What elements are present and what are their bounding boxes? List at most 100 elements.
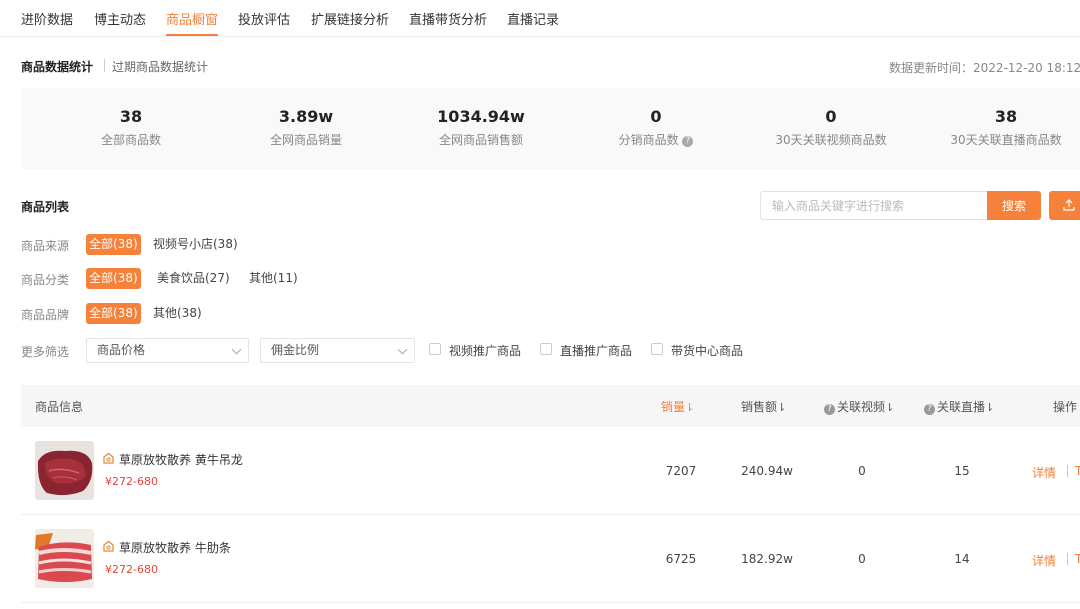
stat-label: 全部商品数 xyxy=(100,133,161,147)
top-tab-bar: 进阶数据 博主动态 商品橱窗 投放评估 扩展链接分析 直播带货分析 直播记录 xyxy=(0,0,1080,37)
stat-value: 3.89w xyxy=(278,107,334,126)
tab-blogger-activity[interactable]: 博主动态 xyxy=(94,9,146,28)
active-tab-indicator xyxy=(166,34,218,36)
detail-link[interactable]: 详情 xyxy=(1032,464,1056,481)
upload-icon xyxy=(1063,199,1075,211)
more-op-link[interactable]: T xyxy=(1075,552,1080,566)
commission-select[interactable]: 佣金比例 xyxy=(260,338,415,363)
stat-label: 全网商品销量 xyxy=(269,133,342,147)
stat-label: 30天关联直播商品数 xyxy=(950,133,1062,147)
sort-arrow-icon: ⇂ xyxy=(885,401,895,414)
header-revenue[interactable]: 销售额⇂ xyxy=(741,398,786,415)
tab-placement-evaluation[interactable]: 投放评估 xyxy=(238,9,290,28)
cell-revenue: 182.92w xyxy=(741,552,793,566)
op-divider xyxy=(1067,553,1068,565)
stat-label: 30天关联视频商品数 xyxy=(775,133,887,147)
stat-value: 0 xyxy=(825,107,837,126)
stat-label: 分销商品数 xyxy=(618,133,679,147)
stat-value: 0 xyxy=(650,107,662,126)
tab-live-sales-analysis[interactable]: 直播带货分析 xyxy=(409,9,487,28)
filter-source-all[interactable]: 全部(38) xyxy=(86,234,141,255)
filter-brand-all[interactable]: 全部(38) xyxy=(86,303,141,324)
cell-related-videos: 0 xyxy=(858,464,866,478)
expired-product-stats-link[interactable]: 过期商品数据统计 xyxy=(112,58,208,75)
product-thumbnail[interactable] xyxy=(35,529,94,588)
filter-category-food[interactable]: 美食饮品(27) xyxy=(157,268,230,289)
price-select-label: 商品价格 xyxy=(97,343,146,357)
filter-label-source: 商品来源 xyxy=(21,239,70,253)
commission-select-label: 佣金比例 xyxy=(271,343,320,357)
stat-value: 38 xyxy=(994,107,1018,126)
stat-label: 全网商品销售额 xyxy=(438,133,523,147)
stat-value: 1034.94w xyxy=(437,107,525,126)
stat-network-revenue: 1034.94w 全网商品销售额 xyxy=(396,106,566,148)
product-list-title: 商品列表 xyxy=(21,200,70,214)
stat-30d-video-products: 0 30天关联视频商品数 xyxy=(746,106,916,148)
live-promo-checkbox[interactable] xyxy=(540,343,552,355)
filter-label-brand: 商品品牌 xyxy=(21,308,70,322)
header-related-videos[interactable]: ? 关联视频⇂ xyxy=(824,398,894,415)
product-price: ¥272-680 xyxy=(105,563,158,576)
data-update-time: 数据更新时间：2022-12-20 18:12:4 xyxy=(889,61,1080,75)
cell-related-lives: 14 xyxy=(954,552,970,566)
filter-label-more: 更多筛选 xyxy=(21,345,70,359)
header-related-lives[interactable]: ? 关联直播⇂ xyxy=(924,398,994,415)
help-icon[interactable]: ? xyxy=(824,404,835,415)
sort-arrow-icon: ⇂ xyxy=(777,401,787,414)
stat-network-sales: 3.89w 全网商品销量 xyxy=(221,106,391,148)
filter-source-channel-shop[interactable]: 视频号小店(38) xyxy=(153,234,238,255)
tab-live-records[interactable]: 直播记录 xyxy=(507,9,559,28)
tab-advanced-data[interactable]: 进阶数据 xyxy=(21,9,73,28)
beef-image xyxy=(35,441,94,500)
sort-arrow-icon: ⇂ xyxy=(985,401,995,414)
stat-distribution-products: 0 分销商品数 ? xyxy=(571,106,741,148)
tab-extension-link-analysis[interactable]: 扩展链接分析 xyxy=(311,9,389,28)
search-button[interactable]: 搜索 xyxy=(987,191,1041,220)
tab-product-showcase[interactable]: 商品橱窗 xyxy=(166,9,218,28)
sales-center-checkbox[interactable] xyxy=(651,343,663,355)
help-icon[interactable]: ? xyxy=(682,136,694,147)
detail-link[interactable]: 详情 xyxy=(1032,552,1056,569)
filter-brand-other[interactable]: 其他(38) xyxy=(153,303,202,324)
title-divider xyxy=(104,59,105,72)
export-button[interactable] xyxy=(1049,191,1080,220)
sales-center-label: 带货中心商品 xyxy=(671,344,744,358)
cell-related-videos: 0 xyxy=(858,552,866,566)
product-thumbnail[interactable] xyxy=(35,441,94,500)
filter-label-category: 商品分类 xyxy=(21,273,70,287)
help-icon[interactable]: ? xyxy=(924,404,935,415)
header-operations: 操作 xyxy=(1053,400,1078,414)
chevron-down-icon xyxy=(397,344,408,355)
header-sales-label: 销量 xyxy=(661,400,686,414)
shop-tag-icon xyxy=(103,540,114,552)
header-product-info: 商品信息 xyxy=(35,400,84,414)
chevron-down-icon xyxy=(231,344,242,355)
video-promo-label: 视频推广商品 xyxy=(449,344,522,358)
stats-section-title: 商品数据统计 xyxy=(21,60,94,74)
live-promo-label: 直播推广商品 xyxy=(560,344,633,358)
beef-ribs-image xyxy=(35,529,94,588)
product-name[interactable]: 草原放牧散养 黄牛吊龙 xyxy=(119,451,243,468)
stat-total-products: 38 全部商品数 xyxy=(46,106,216,148)
table-row: 草原放牧散养 牛肋条 ¥272-680 6725 182.92w 0 14 详情… xyxy=(21,515,1080,603)
stat-30d-live-products: 38 30天关联直播商品数 xyxy=(921,106,1080,148)
cell-sales: 7207 xyxy=(665,464,697,478)
header-related-lives-label: 关联直播 xyxy=(937,400,986,414)
price-select[interactable]: 商品价格 xyxy=(86,338,249,363)
stat-value: 38 xyxy=(119,107,143,126)
header-revenue-label: 销售额 xyxy=(741,400,778,414)
table-row: 草原放牧散养 黄牛吊龙 ¥272-680 7207 240.94w 0 15 详… xyxy=(21,427,1080,515)
product-price: ¥272-680 xyxy=(105,475,158,488)
shop-tag-icon xyxy=(103,452,114,464)
filter-category-other[interactable]: 其他(11) xyxy=(249,268,298,289)
op-divider xyxy=(1067,465,1068,477)
video-promo-checkbox[interactable] xyxy=(429,343,441,355)
header-related-videos-label: 关联视频 xyxy=(837,400,886,414)
more-op-link[interactable]: T xyxy=(1075,464,1080,478)
product-name[interactable]: 草原放牧散养 牛肋条 xyxy=(119,539,231,556)
cell-revenue: 240.94w xyxy=(741,464,793,478)
header-sales[interactable]: 销量⇂ xyxy=(661,398,694,415)
sort-arrow-icon: ⇂ xyxy=(685,401,695,414)
product-search-input[interactable] xyxy=(760,191,988,220)
filter-category-all[interactable]: 全部(38) xyxy=(86,268,141,289)
